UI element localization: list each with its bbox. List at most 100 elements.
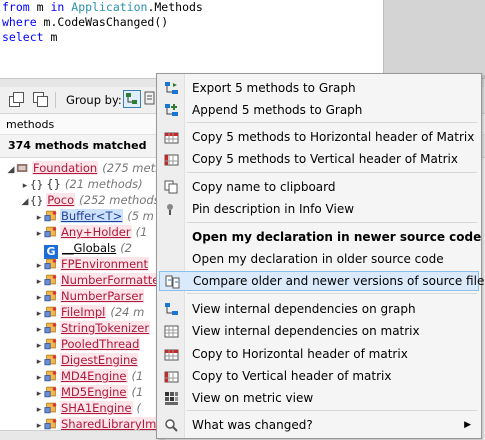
menu-item-copy-to-vertical-header-of-matrix[interactable]: Copy to Vertical header of matrix <box>159 366 479 386</box>
tree-node-label[interactable]: Foundation <box>32 161 99 175</box>
menu-separator <box>187 293 477 294</box>
assembly-icon <box>16 164 28 172</box>
tree-row[interactable]: ▸ FileImpl (24 m <box>34 304 144 320</box>
tree-node-label[interactable]: Any+Holder <box>60 225 132 239</box>
type-icon <box>44 306 57 318</box>
type-icon <box>44 402 57 414</box>
tree-view-icon <box>126 93 137 104</box>
menu-item-copy-to-horizontal-header-of-matrix[interactable]: Copy to Horizontal header of matrix <box>159 344 479 364</box>
expand-all-icon[interactable] <box>9 92 24 107</box>
menu-item-view-internal-dependencies-on-graph[interactable]: View internal dependencies on graph <box>159 299 479 319</box>
tree-row[interactable]: ▸ MD4Engine (1 <box>34 368 143 384</box>
tree-row[interactable]: ▸ Buffer<T> (5 m <box>34 208 154 224</box>
query-editor[interactable]: from m in Application.Methods where m.Co… <box>0 0 385 78</box>
flat-view-icon <box>144 91 155 105</box>
matrix-horizontal-icon <box>164 132 179 144</box>
menu-item-label: Copy to Vertical header of matrix <box>192 369 392 383</box>
tree-node-label[interactable]: SharedLibraryIm <box>60 417 158 431</box>
tree-node-label[interactable]: DigestEngine <box>60 353 139 367</box>
type-icon <box>44 290 57 302</box>
compare-icon <box>165 275 180 289</box>
tree-node-label[interactable]: Buffer<T> <box>60 209 124 223</box>
tree-row[interactable]: ▸ StringTokenizer <box>34 320 151 336</box>
matrix-horizontal-icon <box>164 349 179 361</box>
group-by-tree-button[interactable] <box>123 90 141 108</box>
menu-item-open-my-declaration-in-older-source-code[interactable]: Open my declaration in older source code <box>159 249 479 269</box>
export-graph-icon <box>165 82 178 94</box>
type-icon <box>44 418 57 430</box>
tree-node-label[interactable]: NumberFormatte <box>60 273 161 287</box>
tree-row[interactable]: ▸ MD5Engine (1 <box>34 384 143 400</box>
tree-node-detail: (1 <box>135 225 148 239</box>
tree-node-detail: ( <box>136 401 142 415</box>
collapse-arrow-icon[interactable]: ◢ <box>20 194 30 210</box>
menu-item-label: Pin description in Info View <box>192 202 355 216</box>
type-icon <box>44 386 57 398</box>
menu-item-copy-5-methods-to-horizontal-header-of-matrix[interactable]: Copy 5 methods to Horizontal header of M… <box>159 127 479 147</box>
menu-item-what-was-changed[interactable]: What was changed? ▶ <box>159 415 479 435</box>
submenu-arrow-icon: ▶ <box>464 420 471 430</box>
menu-item-label: Compare older and newer versions of sour… <box>193 274 485 288</box>
metric-view-icon <box>165 392 178 405</box>
menu-item-label: View internal dependencies on graph <box>192 302 416 316</box>
menu-item-label: Copy name to clipboard <box>192 180 336 194</box>
tree-node-detail: (1 <box>131 369 144 383</box>
pin-icon <box>167 204 173 215</box>
collapse-arrow-icon[interactable]: ◢ <box>6 162 16 178</box>
menu-item-label: Copy 5 methods to Vertical header of Mat… <box>192 152 458 166</box>
tree-row[interactable]: ▸ NumberFormatte <box>34 272 161 288</box>
tree-node-label[interactable]: __Globals <box>62 241 116 255</box>
type-icon <box>44 322 57 334</box>
tree-node-label[interactable]: FPEnvironment <box>60 257 149 271</box>
namespace-icon: {} <box>30 178 44 191</box>
tree-row[interactable]: ▸ SHA1Engine( <box>34 400 141 416</box>
menu-item-view-internal-dependencies-on-matrix[interactable]: View internal dependencies on matrix <box>159 321 479 341</box>
menu-item-append-5-methods-to-graph[interactable]: Append 5 methods to Graph <box>159 100 479 120</box>
menu-item-open-my-declaration-in-newer-source-code[interactable]: Open my declaration in newer source code <box>159 227 481 247</box>
menu-item-copy-5-methods-to-vertical-header-of-matrix[interactable]: Copy 5 methods to Vertical header of Mat… <box>159 149 479 169</box>
type-icon <box>44 370 57 382</box>
tree-row[interactable]: ▸ FPEnvironment <box>34 256 149 272</box>
menu-item-view-on-metric-view[interactable]: View on metric view <box>159 388 479 408</box>
toolbar-divider <box>55 92 56 108</box>
tree-node-label[interactable]: NumberParser <box>60 289 145 303</box>
namespace-icon: {} <box>30 194 44 207</box>
tree-row[interactable]: ▸ NumberParser <box>34 288 145 304</box>
tree-node-detail: (2 <box>120 241 132 255</box>
tree-row[interactable]: ▸ PooledThread <box>34 336 141 352</box>
code-line-2: where m.CodeWasChanged() <box>2 15 169 29</box>
menu-item-export-5-methods-to-graph[interactable]: Export 5 methods to Graph <box>159 78 479 98</box>
tree-node-label[interactable]: FileImpl <box>60 305 107 319</box>
matrix-icon <box>164 325 179 338</box>
tree-node-detail: (24 m <box>110 305 145 319</box>
tree-row[interactable]: ▸{}{} (21 methods) <box>20 176 143 192</box>
menu-item-pin-description-in-info-view[interactable]: Pin description in Info View <box>159 199 479 219</box>
menu-separator <box>187 410 477 411</box>
type-icon <box>44 258 57 270</box>
type-icon <box>44 354 57 366</box>
menu-separator <box>187 222 477 223</box>
tree-node-detail: (1 <box>131 385 144 399</box>
tree-node-detail: (252 methods) <box>79 193 165 207</box>
tree-row[interactable]: G __Globals (2 <box>34 240 132 259</box>
tree-node-label[interactable]: SHA1Engine <box>60 401 133 415</box>
type-icon <box>44 210 57 222</box>
code-line-3: select m <box>2 30 58 44</box>
tree-node-detail: (5 m <box>127 209 154 223</box>
menu-item-copy-name-to-clipboard[interactable]: Copy name to clipboard <box>159 177 479 197</box>
editor-side-panel <box>383 0 485 78</box>
code-line-1: from m in Application.Methods <box>2 0 203 14</box>
tree-node-label[interactable]: PooledThread <box>60 337 141 351</box>
tree-row[interactable]: ▸ DigestEngine <box>34 352 139 368</box>
collapse-all-icon[interactable] <box>33 92 48 107</box>
tree-node-detail: (21 methods) <box>64 177 143 191</box>
tree-node-label[interactable]: MD4Engine <box>60 369 128 383</box>
menu-item-label: View on metric view <box>192 391 314 405</box>
tree-row[interactable]: ◢{} Poco (252 methods) <box>20 192 164 208</box>
tree-node-label[interactable]: Poco <box>46 193 76 207</box>
menu-item-compare-older-and-newer-versions-of-source-file[interactable]: Compare older and newer versions of sour… <box>159 271 484 291</box>
tree-node-label[interactable]: StringTokenizer <box>60 321 151 335</box>
tree-row[interactable]: ▸ Any+Holder (1 <box>34 224 147 240</box>
tree-node-label[interactable]: MD5Engine <box>60 385 128 399</box>
tree-node-label[interactable]: {} <box>46 177 61 191</box>
